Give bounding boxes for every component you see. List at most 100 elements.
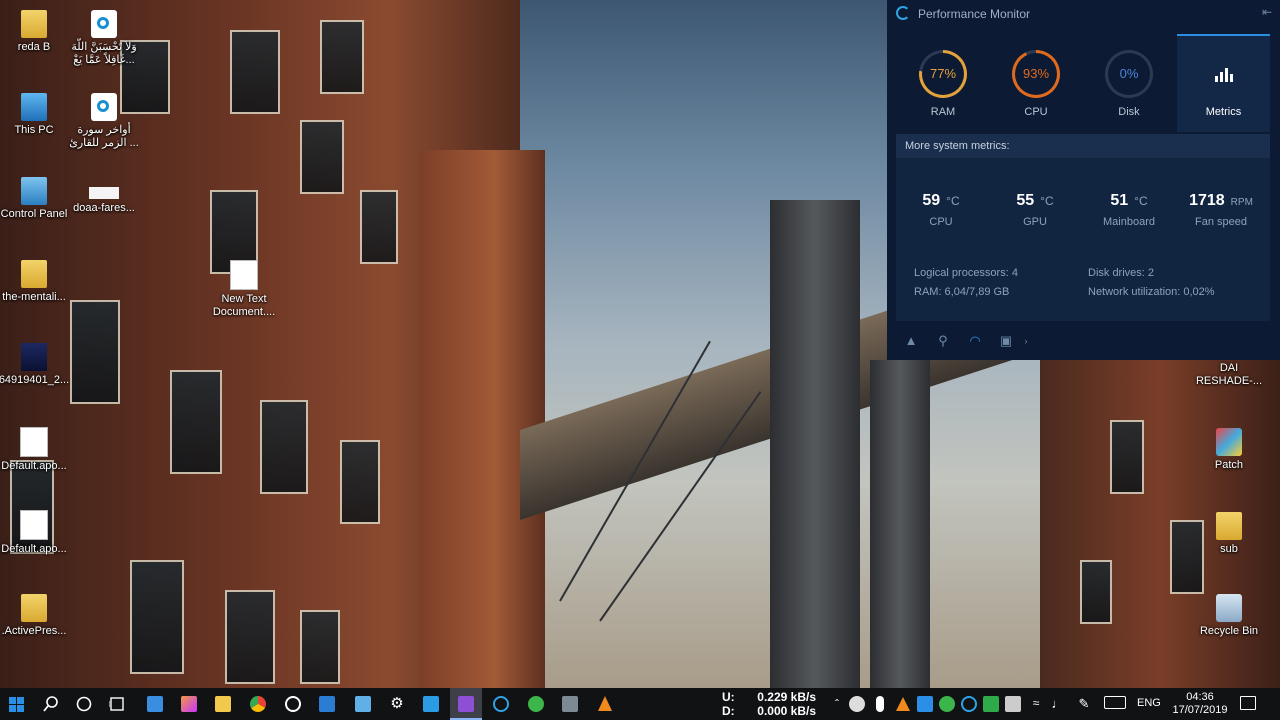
wallpaper-bridge-tower [770, 200, 860, 688]
taskbar-app-keyboard[interactable] [139, 688, 171, 720]
photos-app-icon [181, 696, 197, 712]
keyboard-app-icon [147, 696, 163, 712]
cpu-gauge-label: CPU [1024, 106, 1048, 118]
taskbar-app-perf-monitor[interactable] [485, 688, 517, 720]
desktop-icon-label: DAI RESHADE-... [1195, 362, 1262, 387]
language-indicator[interactable]: ENG [1137, 697, 1161, 709]
taskbar-app-notes[interactable] [347, 688, 379, 720]
crop-icon[interactable]: ▣ [998, 333, 1014, 349]
wallpaper-window [230, 30, 280, 114]
desktop-icon-recycle-bin[interactable]: Recycle Bin [1192, 594, 1266, 638]
desktop-icon-activepres[interactable]: .ActivePres... [0, 594, 71, 638]
taskbar-app-file-explorer[interactable] [207, 688, 239, 720]
stat-mainboard-temp: 51 °C Mainboard [1084, 192, 1174, 228]
notification-center-icon[interactable] [1240, 696, 1256, 710]
battery-icon[interactable] [1005, 696, 1021, 712]
ram-gauge[interactable]: 77% [919, 50, 967, 98]
taskbar-app-chrome[interactable] [242, 688, 274, 720]
taskbar-app-green[interactable] [520, 688, 552, 720]
disk-gauge[interactable]: 0% [1105, 50, 1153, 98]
desktop-icon-new-text-document[interactable]: New Text Document.... [207, 260, 281, 319]
tab-metrics[interactable]: Metrics [1177, 34, 1270, 132]
stat-unit: °C [1134, 194, 1148, 208]
taskbar-app-outlook[interactable] [311, 688, 343, 720]
tray-perf-icon[interactable] [961, 696, 977, 712]
chrome-icon [250, 696, 266, 712]
stat-unit: °C [946, 194, 960, 208]
stat-fan-speed: 1718 RPM Fan speed [1176, 192, 1266, 228]
file-icon [20, 510, 48, 540]
wallpaper-window [1110, 420, 1144, 494]
download-key: D: [722, 704, 735, 718]
desktop-icon-label: Default.apo... [1, 460, 67, 472]
computer-icon [21, 93, 47, 121]
microphone-icon[interactable] [876, 696, 884, 712]
rocket-icon[interactable]: ▲ [903, 333, 919, 349]
desktop-icon-quran-file-2[interactable]: أواخر سورة الزمر للقارئ ... [67, 93, 141, 150]
monitor-toolbar: ▲ ⚲ ◠ ▣ › [887, 328, 1280, 356]
desktop-icon-quran-file-1[interactable]: وَلاَ تَحْسَبَنَّ اللّهَ غَافِلاً عَمَّا… [67, 10, 141, 67]
desktop-icon-default-apo-1[interactable]: Default.apo... [0, 427, 71, 473]
vlc-cone-icon [598, 696, 612, 711]
desktop-icon-64919401[interactable]: 64919401_2... [0, 343, 71, 387]
ram-gauge-value: 77% [922, 53, 964, 95]
start-button[interactable] [0, 688, 32, 720]
wallpaper-window [1080, 560, 1112, 624]
wifi-icon[interactable]: ≈ [1028, 696, 1044, 712]
stat-label: Mainboard [1103, 216, 1155, 228]
wallpaper-window [300, 120, 344, 194]
desktop-icon-label: Default.apo... [1, 543, 67, 555]
taskbar-app-photos[interactable] [173, 688, 205, 720]
tray-app-icon[interactable] [849, 696, 865, 712]
desktop-icon-dai-reshade[interactable]: DAI RESHADE-... [1192, 362, 1266, 388]
desktop-icon-patch[interactable]: Patch [1192, 428, 1266, 472]
desktop-icon-sub[interactable]: sub [1192, 512, 1266, 556]
taskbar-app-visual-studio[interactable] [450, 688, 482, 720]
search-icon[interactable]: ⚲ [935, 333, 951, 349]
file-icon [20, 427, 48, 457]
touch-keyboard-icon[interactable] [1104, 696, 1126, 709]
clock[interactable]: 04:36 17/07/2019 [1168, 691, 1232, 717]
search-button[interactable] [34, 688, 66, 720]
mail-app-icon [319, 696, 335, 712]
tray-green-icon[interactable] [939, 696, 955, 712]
vlc-tray-icon[interactable] [895, 696, 911, 712]
taskbar-app-network[interactable] [554, 688, 586, 720]
more-metrics-header: More system metrics: [896, 134, 1270, 158]
desktop-icon-default-apo-2[interactable]: Default.apo... [0, 510, 71, 556]
desktop-icon-label: This PC [14, 124, 54, 136]
title-bar: Performance Monitor ⇤ [887, 0, 1280, 28]
desktop-icon-reda-b[interactable]: reda B [0, 10, 71, 54]
desktop-icon-doaa-fares[interactable]: doaa-fares... [67, 177, 141, 215]
cortana-circle-icon [76, 696, 92, 712]
chevron-right-icon[interactable]: › [1018, 333, 1034, 349]
taskbar-app-screen[interactable] [415, 688, 447, 720]
tray-blue-icon[interactable] [917, 696, 933, 712]
pen-icon[interactable]: ✎ [1076, 696, 1092, 712]
stat-value: 55 [1016, 192, 1035, 209]
desktop-icon-label: Patch [1214, 459, 1244, 471]
back-arrow-icon[interactable]: ⇤ [1260, 5, 1274, 19]
chevron-up-icon[interactable]: ˆ [829, 696, 845, 712]
stat-cpu-temp: 59 °C CPU [896, 192, 986, 228]
text-file-icon [230, 260, 258, 290]
desktop-icon-label: Recycle Bin [1199, 625, 1259, 637]
desktop-icon-this-pc[interactable]: This PC [0, 93, 71, 137]
speaker-icon[interactable]: ♩ [1050, 696, 1066, 712]
taskbar-app-vlc[interactable] [589, 688, 621, 720]
desktop-icon-the-mentali[interactable]: the-mentali... [0, 260, 71, 304]
cortana-button[interactable] [68, 688, 100, 720]
tray-shield-icon[interactable] [983, 696, 999, 712]
task-view-button[interactable] [101, 688, 133, 720]
taskbar-app-media[interactable] [277, 688, 309, 720]
desktop-icon-label: .ActivePres... [1, 625, 67, 637]
download-speed: 0.000 kB/s [757, 704, 816, 718]
speedometer-icon[interactable]: ◠ [967, 333, 983, 349]
taskbar-app-settings[interactable]: ⚙ [381, 688, 413, 720]
cpu-gauge[interactable]: 93% [1012, 50, 1060, 98]
network-app-icon [562, 696, 578, 712]
desktop-icon-label: وَلاَ تَحْسَبَنَّ اللّهَ غَافِلاً عَمَّا… [71, 41, 137, 66]
desktop-icon-control-panel[interactable]: Control Panel [0, 177, 71, 221]
upload-key: U: [722, 690, 735, 704]
desktop-icon-label: Control Panel [0, 208, 68, 220]
